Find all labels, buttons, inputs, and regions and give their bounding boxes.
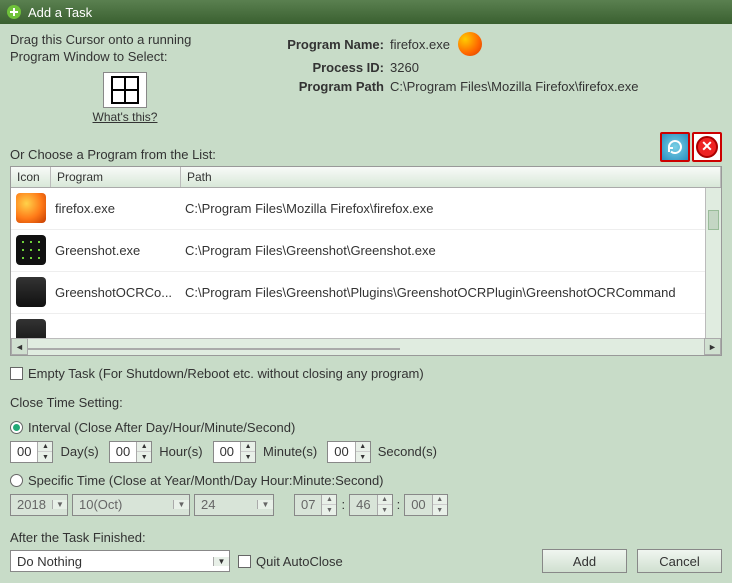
empty-task-checkbox[interactable]: [10, 367, 23, 380]
quit-autoclose-checkbox[interactable]: [238, 555, 251, 568]
year-select[interactable]: 2018▼: [10, 494, 68, 516]
table-row[interactable]: GreenshotOCRCo...C:\Program Files\Greens…: [11, 272, 721, 314]
close-time-heading: Close Time Setting:: [10, 395, 722, 410]
days-spinner[interactable]: 00▲▼: [10, 441, 53, 463]
program-name-value: firefox.exe: [390, 37, 450, 52]
titlebar: Add a Task: [0, 0, 732, 24]
th-path[interactable]: Path: [181, 167, 721, 187]
horizontal-scrollbar[interactable]: ◄ ►: [11, 338, 721, 355]
cell-program: firefox.exe: [51, 201, 181, 216]
minutes-unit: Minute(s): [263, 444, 317, 459]
program-path-label: Program Path: [270, 79, 390, 94]
minute-spinner[interactable]: 46▲▼: [349, 494, 392, 516]
after-heading: After the Task Finished:: [10, 530, 722, 545]
close-icon: ✕: [696, 136, 718, 158]
choose-label: Or Choose a Program from the List:: [10, 147, 660, 162]
program-icon: [16, 235, 46, 265]
window-title: Add a Task: [28, 5, 92, 20]
scroll-left-arrow[interactable]: ◄: [11, 338, 28, 355]
colon2: :: [397, 497, 401, 512]
specific-time-radio[interactable]: [10, 474, 23, 487]
interval-label: Interval (Close After Day/Hour/Minute/Se…: [28, 420, 295, 435]
drag-instruction: Drag this Cursor onto a running Program …: [10, 32, 240, 66]
minutes-spinner[interactable]: 00▲▼: [213, 441, 256, 463]
cell-path: C:\Program Files\Mozilla Firefox\firefox…: [181, 201, 721, 216]
table-row[interactable]: firefox.exeC:\Program Files\Mozilla Fire…: [11, 188, 721, 230]
empty-task-label: Empty Task (For Shutdown/Reboot etc. wit…: [28, 366, 424, 381]
hours-unit: Hour(s): [159, 444, 202, 459]
hour-spinner[interactable]: 07▲▼: [294, 494, 337, 516]
refresh-button[interactable]: [660, 132, 690, 162]
table-row[interactable]: Greenshot.exeC:\Program Files\Greenshot\…: [11, 230, 721, 272]
after-action-select[interactable]: Do Nothing▼: [10, 550, 230, 572]
th-program[interactable]: Program: [51, 167, 181, 187]
quit-autoclose-label: Quit AutoClose: [256, 554, 343, 569]
program-path-value: C:\Program Files\Mozilla Firefox\firefox…: [390, 79, 639, 94]
cell-path: C:\Program Files\Greenshot\Plugins\Green…: [181, 285, 721, 300]
program-table: Icon Program Path firefox.exeC:\Program …: [10, 166, 722, 356]
table-row[interactable]: [11, 314, 721, 338]
add-button[interactable]: Add: [542, 549, 627, 573]
program-name-label: Program Name:: [270, 37, 390, 52]
process-id-value: 3260: [390, 60, 419, 75]
th-icon[interactable]: Icon: [11, 167, 51, 187]
interval-radio[interactable]: [10, 421, 23, 434]
process-id-label: Process ID:: [270, 60, 390, 75]
specific-time-label: Specific Time (Close at Year/Month/Day H…: [28, 473, 384, 488]
program-icon: [16, 193, 46, 223]
clear-button[interactable]: ✕: [692, 132, 722, 162]
program-icon: [16, 277, 46, 307]
whats-this-link[interactable]: What's this?: [10, 110, 240, 124]
cell-program: Greenshot.exe: [51, 243, 181, 258]
refresh-icon: [666, 138, 684, 156]
days-unit: Day(s): [60, 444, 98, 459]
vertical-scrollbar[interactable]: [705, 188, 721, 338]
colon1: :: [341, 497, 345, 512]
crosshair-icon: [111, 76, 139, 104]
firefox-icon: [458, 32, 482, 56]
cursor-target[interactable]: [103, 72, 147, 108]
hours-spinner[interactable]: 00▲▼: [109, 441, 152, 463]
cancel-button[interactable]: Cancel: [637, 549, 722, 573]
scroll-right-arrow[interactable]: ►: [704, 338, 721, 355]
cell-program: GreenshotOCRCo...: [51, 285, 181, 300]
program-icon: [16, 319, 46, 338]
app-icon: [6, 4, 22, 20]
day-select[interactable]: 24▼: [194, 494, 274, 516]
seconds-spinner[interactable]: 00▲▼: [327, 441, 370, 463]
cell-path: C:\Program Files\Greenshot\Greenshot.exe: [181, 243, 721, 258]
seconds-unit: Second(s): [378, 444, 437, 459]
second-spinner[interactable]: 00▲▼: [404, 494, 447, 516]
month-select[interactable]: 10(Oct)▼: [72, 494, 190, 516]
